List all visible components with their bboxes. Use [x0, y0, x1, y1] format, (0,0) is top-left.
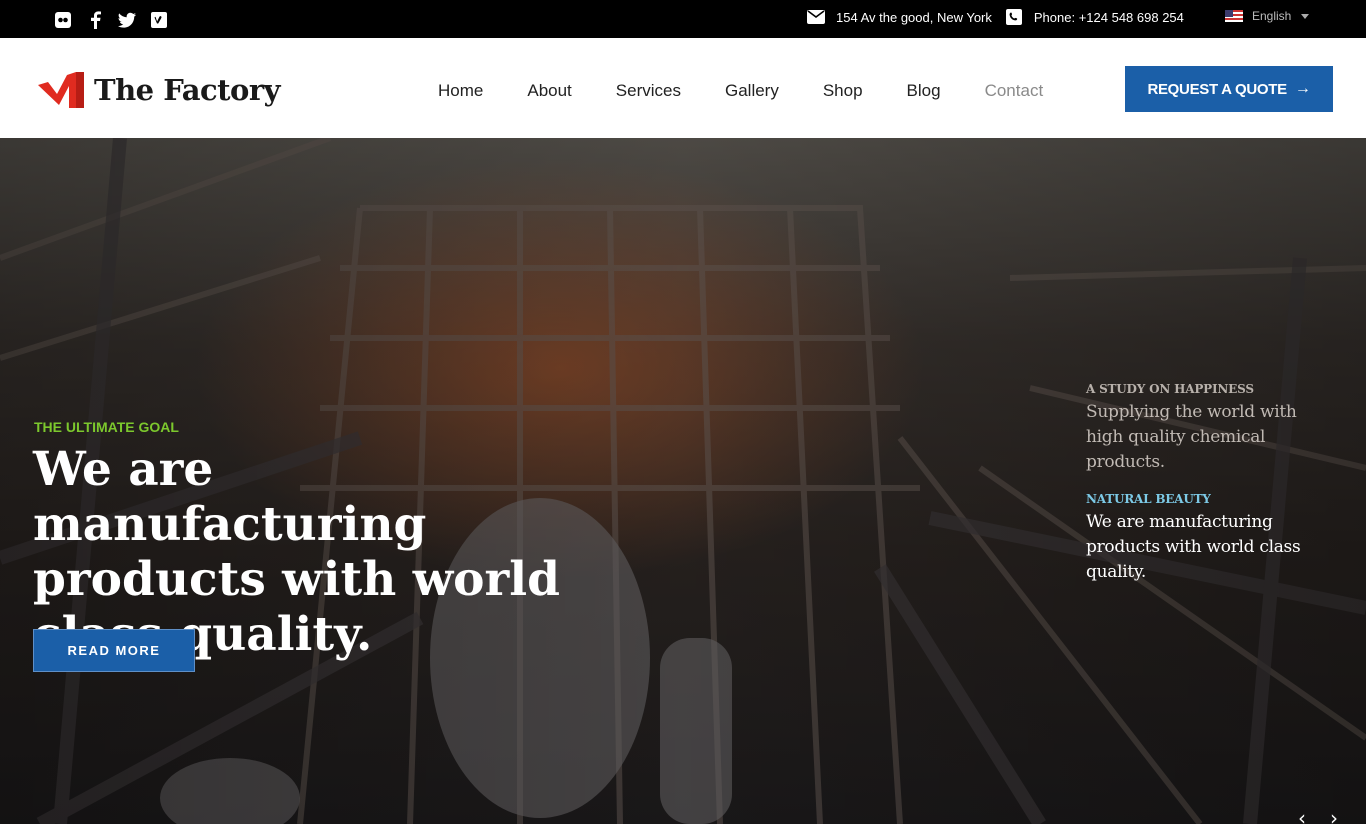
vimeo-icon[interactable] — [150, 11, 168, 29]
slide-preview-text: Supplying the world with high quality ch… — [1086, 402, 1297, 472]
logo-mark-icon — [38, 72, 84, 108]
chevron-right-icon[interactable]: › — [1330, 806, 1338, 824]
slide-preview-label: A STUDY ON HAPPINESS — [1086, 382, 1254, 396]
slide-preview-2[interactable]: NATURAL BEAUTY We are manufacturing prod… — [1086, 492, 1336, 585]
request-quote-button[interactable]: REQUEST A QUOTE → — [1125, 66, 1333, 112]
main-nav: Home About Services Gallery Shop Blog Co… — [438, 81, 1087, 101]
top-bar: 154 Av the good, New York Phone: +124 54… — [0, 0, 1366, 38]
phone-icon — [1004, 8, 1024, 26]
hero-slider: THE ULTIMATE GOAL We are manufacturing p… — [0, 138, 1366, 824]
site-header: The Factory Home About Services Gallery … — [0, 38, 1366, 138]
slide-preview-text: We are manufacturing products with world… — [1086, 512, 1301, 582]
flickr-icon[interactable] — [54, 11, 72, 29]
hero-kicker: THE ULTIMATE GOAL — [34, 419, 179, 435]
slider-arrows: ‹ › — [1298, 806, 1338, 824]
facebook-icon[interactable] — [86, 11, 104, 29]
read-more-button[interactable]: READ MORE — [33, 629, 195, 672]
envelope-icon — [806, 8, 826, 26]
chevron-down-icon — [1301, 13, 1310, 19]
nav-gallery[interactable]: Gallery — [725, 81, 779, 101]
nav-blog[interactable]: Blog — [907, 81, 941, 101]
logo[interactable]: The Factory — [38, 72, 281, 108]
logo-text: The Factory — [94, 73, 281, 107]
slide-preview-1[interactable]: A STUDY ON HAPPINESS Supplying the world… — [1086, 382, 1336, 475]
nav-services[interactable]: Services — [616, 81, 681, 101]
language-label: English — [1252, 9, 1292, 23]
phone-text: Phone: +124 548 698 254 — [1033, 9, 1184, 25]
social-links — [54, 11, 168, 29]
nav-contact[interactable]: Contact — [985, 81, 1044, 101]
nav-shop[interactable]: Shop — [823, 81, 863, 101]
address-text: 154 Av the good, New York — [836, 9, 992, 25]
twitter-icon[interactable] — [118, 11, 136, 29]
nav-home[interactable]: Home — [438, 81, 483, 101]
chevron-left-icon[interactable]: ‹ — [1298, 806, 1306, 824]
contact-info: 154 Av the good, New York Phone: +124 54… — [806, 8, 1184, 26]
language-selector[interactable]: English — [1225, 9, 1310, 23]
nav-about[interactable]: About — [527, 81, 571, 101]
us-flag-icon — [1225, 10, 1243, 22]
arrow-right-icon: → — [1294, 80, 1311, 97]
slide-preview-label: NATURAL BEAUTY — [1086, 492, 1211, 506]
request-quote-label: REQUEST A QUOTE — [1147, 80, 1287, 98]
